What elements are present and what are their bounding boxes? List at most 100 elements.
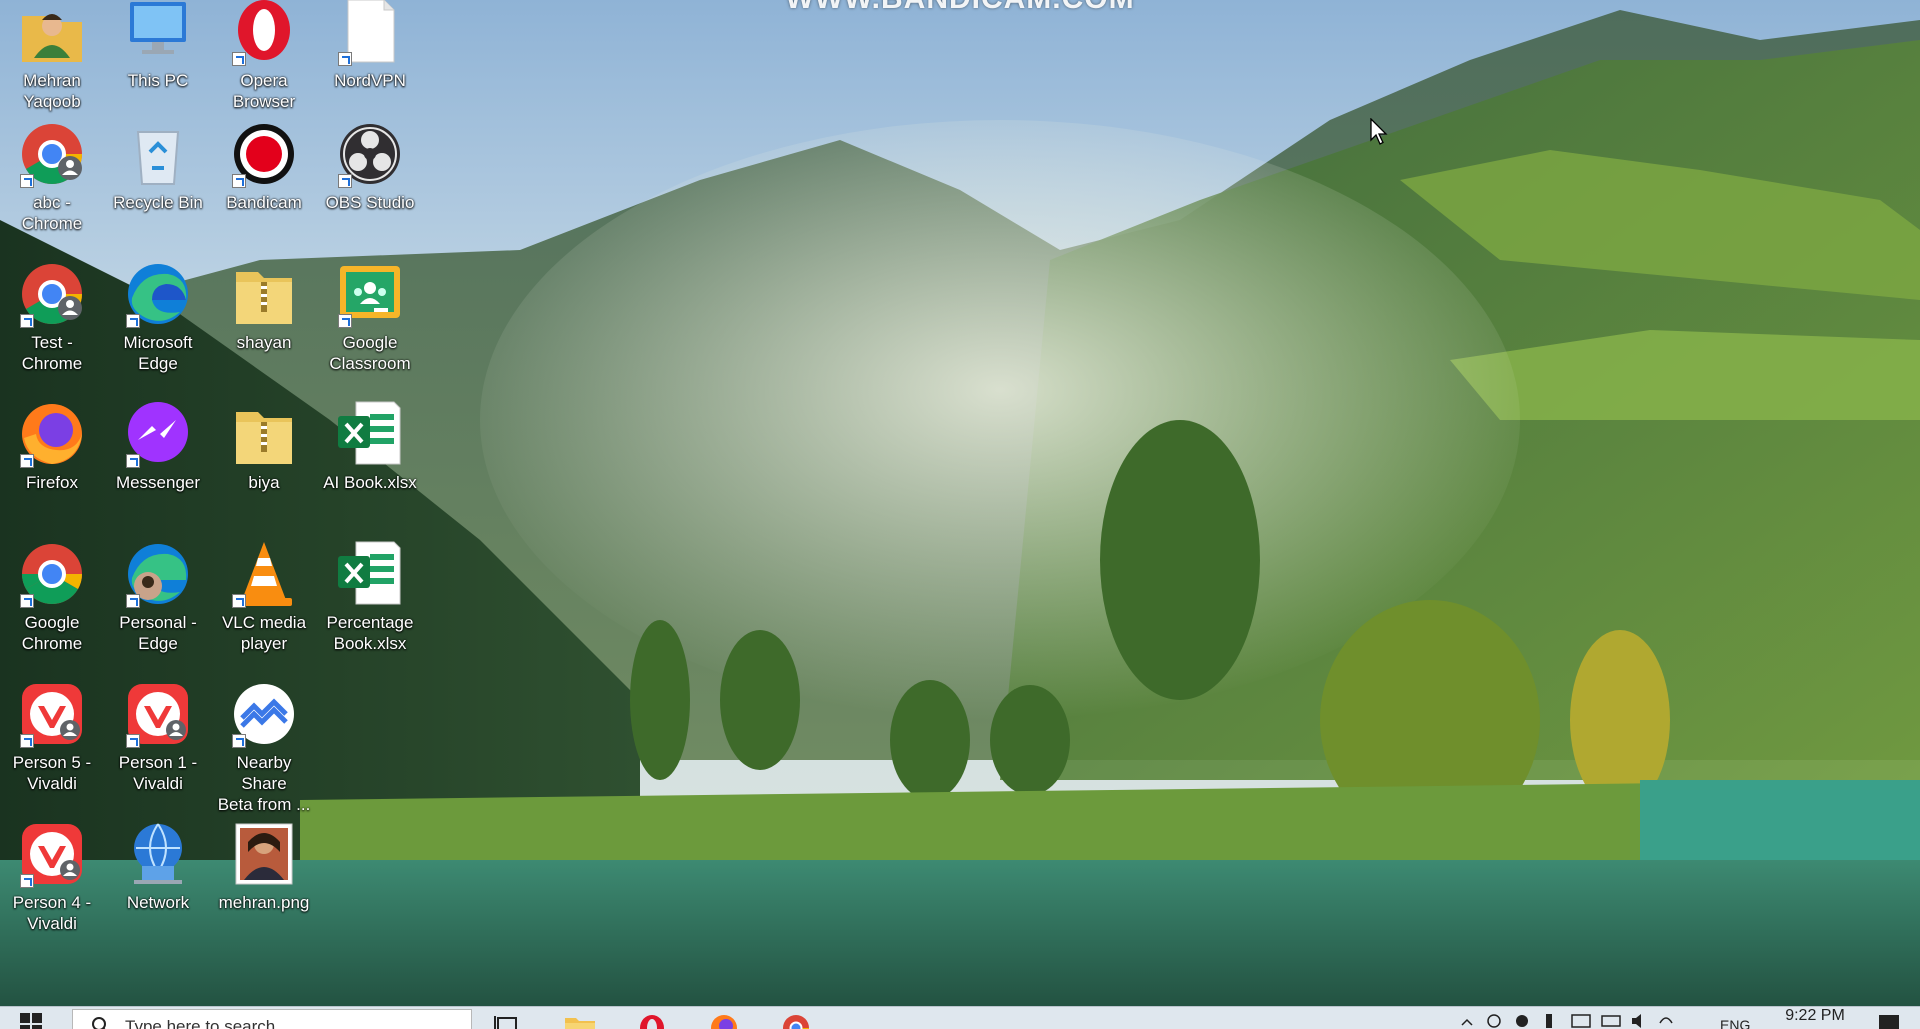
desktop-icon-obs-studio[interactable]: OBS Studio (320, 116, 420, 236)
opera-icon (228, 0, 300, 68)
desktop-icon-google-classroom[interactable]: Google Classroom (320, 256, 420, 376)
shortcut-arrow-icon (20, 594, 34, 608)
desktop-icon-label: abc - Chrome (0, 192, 104, 234)
desktop-icon-label: Firefox (0, 472, 104, 493)
notification-center-icon[interactable] (1878, 1013, 1900, 1029)
desktop-icon-label: Person 1 - Vivaldi (106, 752, 210, 794)
vivaldi-icon (122, 678, 194, 750)
edge-profile-icon (122, 538, 194, 610)
desktop-icon-percentage-book[interactable]: Percentage Book.xlsx (320, 536, 420, 656)
excel-icon (334, 398, 406, 470)
obs-icon (334, 118, 406, 190)
desktop-icon-recycle-bin[interactable]: Recycle Bin (108, 116, 208, 236)
desktop-icon-label: Messenger (106, 472, 210, 493)
zip-folder-icon (228, 258, 300, 330)
shortcut-arrow-icon (20, 734, 34, 748)
system-tray-icons[interactable] (1460, 1011, 1700, 1029)
desktop-icon-label: Test - Chrome (0, 332, 104, 374)
desktop-icon-biya[interactable]: biya (214, 396, 314, 516)
desktop-icon-ai-book[interactable]: AI Book.xlsx (320, 396, 420, 516)
computer-icon (122, 0, 194, 68)
shortcut-arrow-icon (232, 174, 246, 188)
desktop-icon-this-pc[interactable]: This PC (108, 0, 208, 114)
desktop-icon-firefox[interactable]: Firefox (2, 396, 102, 516)
desktop-icon-nordvpn[interactable]: NordVPN (320, 0, 420, 114)
desktop-icon-label: NordVPN (318, 70, 422, 91)
desktop-icon-person5-vivaldi[interactable]: Person 5 - Vivaldi (2, 676, 102, 796)
desktop-icon-label: Nearby Share Beta from ... (212, 752, 316, 815)
user-folder-icon (16, 0, 88, 68)
desktop-icon-vlc[interactable]: VLC media player (214, 536, 314, 656)
windows-start-icon[interactable] (20, 1013, 42, 1029)
shortcut-arrow-icon (20, 174, 34, 188)
shortcut-arrow-icon (232, 594, 246, 608)
mouse-pointer-icon (1370, 118, 1388, 146)
desktop-icon-bandicam[interactable]: Bandicam (214, 116, 314, 236)
desktop-icon-grid: Mehran YaqoobThis PCOpera BrowserNordVPN… (0, 0, 450, 990)
search-placeholder: Type here to search (125, 1017, 275, 1029)
desktop-icon-label: Network (106, 892, 210, 913)
desktop-icon-label: Percentage Book.xlsx (318, 612, 422, 654)
desktop-icon-opera-browser[interactable]: Opera Browser (214, 0, 314, 114)
desktop-icon-label: mehran.png (212, 892, 316, 913)
firefox-icon[interactable] (706, 1012, 742, 1029)
desktop-icon-personal-edge[interactable]: Personal - Edge (108, 536, 208, 656)
desktop-icon-google-chrome[interactable]: Google Chrome (2, 536, 102, 656)
desktop-icon-shayan[interactable]: shayan (214, 256, 314, 376)
shortcut-arrow-icon (126, 734, 140, 748)
desktop-icon-label: Personal - Edge (106, 612, 210, 654)
chrome-icon (16, 538, 88, 610)
desktop-icon-person1-vivaldi[interactable]: Person 1 - Vivaldi (108, 676, 208, 796)
edge-icon (122, 258, 194, 330)
recycle-bin-icon (122, 118, 194, 190)
nearby-share-icon (228, 678, 300, 750)
input-language[interactable]: ENG (1720, 1017, 1750, 1029)
shortcut-arrow-icon (232, 734, 246, 748)
chrome-icon[interactable] (778, 1012, 814, 1029)
desktop-icon-empty-1 (320, 676, 420, 796)
file-explorer-icon[interactable] (562, 1012, 598, 1029)
vlc-icon (228, 538, 300, 610)
desktop-icon-label: shayan (212, 332, 316, 353)
desktop-icon-label: VLC media player (212, 612, 316, 654)
task-view-icon[interactable] (490, 1012, 526, 1029)
search-icon (91, 1016, 111, 1029)
shortcut-arrow-icon (338, 314, 352, 328)
shortcut-arrow-icon (338, 52, 352, 66)
vivaldi-icon (16, 678, 88, 750)
shortcut-arrow-icon (126, 314, 140, 328)
desktop-icon-mehran-yaqoob[interactable]: Mehran Yaqoob (2, 0, 102, 114)
desktop-icon-label: This PC (106, 70, 210, 91)
desktop-icon-label: Bandicam (212, 192, 316, 213)
desktop-icon-test-chrome[interactable]: Test - Chrome (2, 256, 102, 376)
opera-icon[interactable] (634, 1012, 670, 1029)
desktop-icon-label: biya (212, 472, 316, 493)
desktop-icon-mehran-png[interactable]: mehran.png (214, 816, 314, 936)
document-icon (334, 0, 406, 68)
taskbar-clock[interactable]: 9:22 PM (1770, 1007, 1860, 1025)
chrome-profile-icon (16, 258, 88, 330)
shortcut-arrow-icon (232, 52, 246, 66)
image-thumbnail-icon (228, 818, 300, 890)
shortcut-arrow-icon (338, 174, 352, 188)
excel-icon (334, 538, 406, 610)
taskbar-search-box[interactable]: Type here to search (72, 1009, 472, 1029)
desktop-icon-label: Person 5 - Vivaldi (0, 752, 104, 794)
desktop-icon-person4-vivaldi[interactable]: Person 4 - Vivaldi (2, 816, 102, 936)
desktop-icon-label: Mehran Yaqoob (0, 70, 104, 112)
desktop-icon-abc-chrome[interactable]: abc - Chrome (2, 116, 102, 236)
messenger-icon (122, 398, 194, 470)
desktop-icon-label: OBS Studio (318, 192, 422, 213)
chrome-profile-icon (16, 118, 88, 190)
desktop-icon-label: Google Chrome (0, 612, 104, 654)
shortcut-arrow-icon (20, 874, 34, 888)
bandicam-icon (228, 118, 300, 190)
desktop-icon-messenger[interactable]: Messenger (108, 396, 208, 516)
desktop-icon-microsoft-edge[interactable]: Microsoft Edge (108, 256, 208, 376)
desktop-icon-nearby-share[interactable]: Nearby Share Beta from ... (214, 676, 314, 796)
desktop-icon-network[interactable]: Network (108, 816, 208, 936)
shortcut-arrow-icon (20, 314, 34, 328)
desktop-icon-label: Recycle Bin (106, 192, 210, 213)
network-icon (122, 818, 194, 890)
shortcut-arrow-icon (20, 454, 34, 468)
